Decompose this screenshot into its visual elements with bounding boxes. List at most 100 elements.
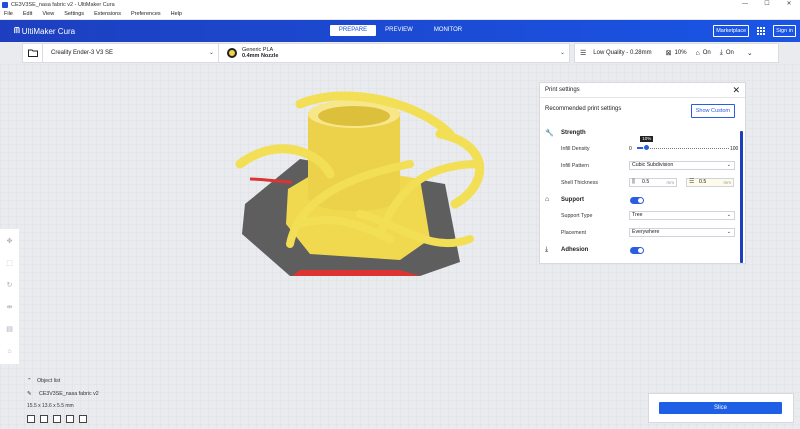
placement-value: Everywhere (632, 229, 660, 235)
app-header: ᗰ UltiMaker Cura PREPARE PREVIEW MONITOR… (0, 20, 800, 42)
chevron-down-icon: ⌄ (726, 212, 731, 218)
infill-slider-handle[interactable] (643, 144, 651, 151)
infill-tooltip: 10% (640, 136, 654, 142)
marketplace-button[interactable]: Marketplace (713, 25, 750, 37)
adhesion-summary: On (725, 50, 734, 56)
printer-name: Creality Ender-3 V3 SE (51, 50, 114, 56)
infill-summary: 10% (674, 50, 687, 56)
print-settings-selector[interactable]: ☰ Low Quality - 0.28mm ⊠ 10% ⌂ On ⤓ On ⌄ (574, 43, 779, 63)
adhesion-label: Adhesion (561, 247, 589, 253)
app-icon (2, 1, 8, 8)
camera-view-buttons (27, 415, 92, 423)
folder-icon (27, 49, 38, 57)
chevron-down-icon: ⌄ (726, 229, 731, 235)
slice-panel: Slice (648, 393, 794, 423)
placement-dropdown[interactable]: Everywhere ⌄ (629, 228, 735, 237)
object-list-label: Object list (36, 378, 61, 384)
infill-pattern-dropdown[interactable]: Cubic Subdivision ⌄ (629, 161, 735, 170)
open-file-button[interactable] (23, 44, 43, 62)
object-file-row[interactable]: ✎ CE3V3SE_nasa fabric v2 (27, 391, 99, 397)
top-bottom-value: 0.5 (699, 179, 707, 185)
printer-selector[interactable]: Creality Ender-3 V3 SE ⌄ (43, 44, 219, 62)
scale-tool-icon[interactable]: ⬚ (5, 259, 14, 268)
chevron-down-icon: ⌄ (726, 162, 731, 168)
menu-extensions[interactable]: Extensions (94, 11, 121, 17)
menu-edit[interactable]: Edit (23, 11, 32, 17)
slice-button[interactable]: Slice (659, 402, 782, 414)
rotate-tool-icon[interactable]: ↻ (5, 281, 14, 290)
placement-label: Placement (561, 230, 587, 236)
adhesion-icon: ⤓ (719, 49, 723, 56)
menu-view[interactable]: View (42, 11, 54, 17)
slider-min: 0 (629, 146, 632, 152)
tool-sidebar: ✥ ⬚ ↻ ⇹ ▤ ⌂ (0, 229, 19, 364)
support-blocker-icon[interactable]: ⌂ (5, 347, 14, 356)
top-bottom-unit: mm (723, 180, 732, 185)
wall-thickness-field[interactable]: ⫼ 0.5 mm (629, 178, 677, 187)
close-icon[interactable]: ✕ (732, 85, 740, 96)
support-type-dropdown[interactable]: Tree ⌄ (629, 211, 735, 220)
app-logo: ᗰ UltiMaker Cura (14, 26, 75, 36)
sliders-icon: ☰ (580, 50, 587, 57)
support-icon: ⌂ (545, 196, 550, 203)
menu-bar: File Edit View Settings Extensions Prefe… (0, 9, 800, 20)
slider-max: 100 (730, 146, 739, 152)
print-settings-panel: Print settings ✕ Recommended print setti… (539, 82, 746, 264)
quality-profile: Low Quality - 0.28mm (593, 50, 652, 56)
object-file-name: CE3V3SE_nasa fabric v2 (38, 391, 99, 397)
view-top-icon[interactable] (53, 415, 61, 423)
printer-toolbar: Creality Ender-3 V3 SE ⌄ Generic PLA 0.4… (22, 43, 570, 63)
support-type-value: Tree (632, 212, 643, 218)
adhesion-icon: ⤓ (545, 246, 549, 253)
menu-settings[interactable]: Settings (64, 11, 84, 17)
apps-grid-icon[interactable] (757, 27, 766, 35)
view-right-icon[interactable] (79, 415, 87, 423)
infill-pattern-value: Cubic Subdivision (632, 162, 674, 168)
chevron-down-icon: ⌄ (559, 50, 565, 56)
recommended-label: Recommended print settings (545, 106, 622, 112)
sign-in-button[interactable]: Sign in (773, 25, 796, 37)
minimize-button[interactable]: — (734, 0, 756, 9)
strength-section[interactable]: 🔧 Strength (545, 129, 586, 137)
tab-monitor[interactable]: MONITOR (422, 25, 474, 36)
chevron-up-icon: ⌃ (27, 378, 32, 384)
logo-text: UltiMaker Cura (21, 26, 76, 36)
infill-slider-track[interactable] (637, 148, 729, 149)
window-title-bar: CE3V3SE_nasa fabric v2 - UltiMaker Cura … (0, 0, 800, 9)
wrench-icon: 🔧 (545, 130, 554, 137)
tab-prepare[interactable]: PREPARE (330, 25, 376, 36)
top-bottom-icon: ☰ (689, 179, 695, 185)
support-section[interactable]: ⌂ Support (545, 196, 584, 203)
chevron-down-icon: ⌄ (746, 50, 753, 57)
material-selector[interactable]: Generic PLA 0.4mm Nozzle ⌄ (219, 44, 569, 62)
logo-mark-icon: ᗰ (14, 26, 20, 35)
support-label: Support (561, 196, 584, 203)
view-front-icon[interactable] (40, 415, 48, 423)
infill-density-label: Infill Density (561, 146, 590, 152)
object-list-toggle[interactable]: ⌃ Object list (27, 378, 60, 384)
infill-icon: ⊠ (665, 50, 672, 57)
per-model-settings-icon[interactable]: ▤ (5, 325, 14, 334)
wall-icon: ⫼ (632, 179, 635, 185)
maximize-button[interactable]: ☐ (756, 0, 778, 9)
pencil-icon: ✎ (27, 391, 32, 397)
adhesion-section[interactable]: ⤓ Adhesion (545, 246, 588, 254)
menu-help[interactable]: Help (171, 11, 182, 17)
object-dimensions: 15.5 x 13.6 x 5.5 mm (27, 403, 74, 409)
close-window-button[interactable]: ✕ (778, 0, 800, 9)
shell-thickness-label: Shell Thickness (561, 180, 598, 186)
tab-preview[interactable]: PREVIEW (376, 25, 422, 36)
show-custom-button[interactable]: Show Custom (690, 104, 735, 118)
menu-file[interactable]: File (4, 11, 13, 17)
top-bottom-thickness-field[interactable]: ☰ 0.5 mm (686, 178, 734, 187)
move-tool-icon[interactable]: ✥ (5, 237, 14, 246)
adhesion-toggle[interactable] (630, 247, 644, 254)
support-icon: ⌂ (695, 49, 700, 57)
view-left-icon[interactable] (66, 415, 74, 423)
support-toggle[interactable] (630, 197, 644, 204)
panel-scrollbar[interactable] (740, 131, 743, 263)
mirror-tool-icon[interactable]: ⇹ (5, 303, 14, 312)
panel-header: Print settings ✕ (540, 83, 745, 98)
menu-preferences[interactable]: Preferences (131, 11, 161, 17)
view-3d-icon[interactable] (27, 415, 35, 423)
